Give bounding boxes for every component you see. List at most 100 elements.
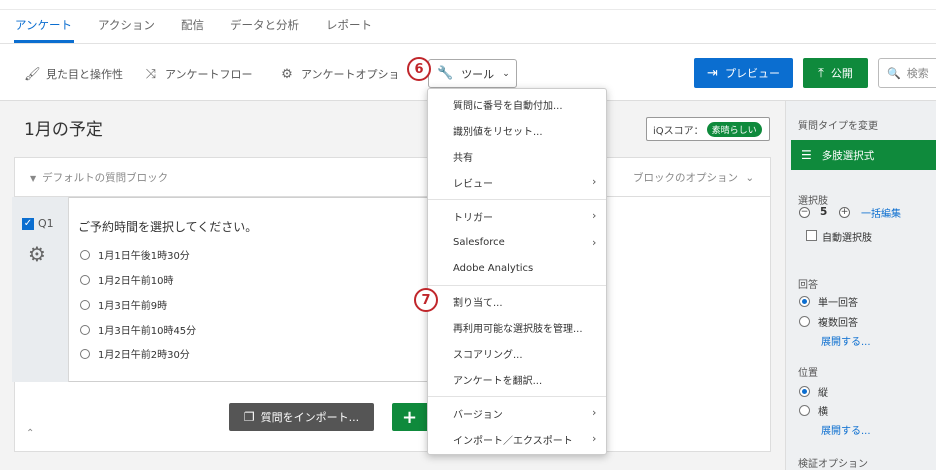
choice-item[interactable]: 1月2日午前2時30分 bbox=[80, 346, 190, 361]
menu-item-salesforce[interactable]: Salesforce bbox=[453, 237, 505, 248]
menu-item-adobe-analytics[interactable]: Adobe Analytics bbox=[453, 263, 533, 274]
active-tab-indicator bbox=[14, 40, 74, 43]
flow-icon: ⤨ bbox=[145, 66, 157, 82]
tab-actions[interactable]: アクション bbox=[98, 17, 155, 33]
auto-choices-checkbox[interactable] bbox=[806, 230, 817, 241]
preview-label: プレビュー bbox=[724, 67, 780, 80]
minus-icon[interactable]: − bbox=[799, 207, 810, 218]
choices-count[interactable]: 5 bbox=[820, 206, 827, 218]
choice-item[interactable]: 1月2日午前10時 bbox=[80, 272, 173, 287]
caret-down-icon: ▼ bbox=[30, 174, 37, 183]
single-answer-radio[interactable] bbox=[799, 296, 810, 307]
change-type-label: 質問タイプを変更 bbox=[798, 121, 878, 132]
chevron-down-icon: ⌄ bbox=[745, 172, 755, 184]
radio-icon bbox=[80, 299, 90, 310]
question-text[interactable]: ご予約時間を選択してください。 bbox=[78, 218, 257, 235]
menu-divider bbox=[428, 199, 606, 200]
top-tab-bar: アンケート アクション 配信 データと分析 レポート bbox=[0, 0, 936, 44]
expand-position-link[interactable]: 展開する... bbox=[821, 422, 871, 437]
paintbrush-icon: 🖌 bbox=[24, 66, 41, 82]
radio-icon bbox=[80, 274, 90, 285]
chevron-right-icon: › bbox=[592, 175, 597, 188]
survey-title[interactable]: 1月の予定 bbox=[24, 115, 103, 140]
tab-reports[interactable]: レポート bbox=[326, 17, 372, 33]
choice-label: 1月1日午後1時30分 bbox=[98, 251, 190, 262]
publish-label: 公開 bbox=[830, 67, 853, 80]
import-questions-label: 質問をインポート... bbox=[260, 411, 360, 424]
block-options-button[interactable]: ブロックのオプション ⌄ bbox=[633, 170, 754, 185]
horizontal-radio[interactable] bbox=[799, 405, 810, 416]
menu-divider bbox=[428, 396, 606, 397]
iq-score-badge: 素晴らしい bbox=[706, 121, 762, 137]
look-feel-button[interactable]: 🖌 見た目と操作性 bbox=[24, 66, 123, 82]
menu-divider bbox=[428, 285, 606, 286]
vertical-label: 縦 bbox=[818, 388, 828, 399]
search-input[interactable]: 🔍 検索 bbox=[878, 58, 936, 88]
choice-label: 1月3日午前9時 bbox=[98, 301, 168, 312]
single-answer-label: 単一回答 bbox=[818, 298, 858, 309]
menu-item-assign[interactable]: 割り当て... bbox=[453, 294, 503, 309]
plus-icon: + bbox=[402, 406, 418, 428]
vertical-radio[interactable] bbox=[799, 386, 810, 397]
preview-button[interactable]: ⇥ プレビュー bbox=[694, 58, 793, 88]
choice-item[interactable]: 1月3日午前9時 bbox=[80, 297, 167, 312]
multiple-answer-radio[interactable] bbox=[799, 316, 810, 327]
menu-item-review[interactable]: レビュー bbox=[453, 175, 493, 190]
menu-item-reset-recode[interactable]: 識別値をリセット... bbox=[453, 123, 543, 138]
survey-options-label: アンケートオプショ bbox=[301, 68, 400, 81]
chevron-up-icon[interactable]: ⌃ bbox=[26, 428, 34, 439]
list-icon: ☰ bbox=[801, 148, 812, 162]
menu-item-translate[interactable]: アンケートを翻訳... bbox=[453, 372, 542, 387]
tools-label: ツール bbox=[461, 67, 495, 81]
menu-item-share[interactable]: 共有 bbox=[453, 149, 473, 164]
search-icon: 🔍 bbox=[887, 66, 901, 80]
chevron-right-icon: › bbox=[592, 406, 597, 419]
question-type-button[interactable]: ☰ 多肢選択式 bbox=[791, 140, 936, 170]
survey-options-button[interactable]: ⚙ アンケートオプショ bbox=[279, 66, 400, 82]
top-strip bbox=[0, 0, 936, 10]
question-type-label: 多肢選択式 bbox=[821, 149, 875, 162]
step-badge-7: 7 bbox=[414, 288, 438, 312]
tools-button[interactable]: 🔧 ツール ⌄ bbox=[428, 59, 517, 88]
copy-icon: ❐ bbox=[243, 410, 255, 424]
choice-item[interactable]: 1月3日午前10時45分 bbox=[80, 322, 196, 337]
survey-flow-label: アンケートフロー bbox=[165, 68, 253, 81]
multiple-answer-label: 複数回答 bbox=[818, 318, 858, 329]
publish-icon: ⤒ bbox=[818, 65, 824, 81]
chevron-down-icon: ⌄ bbox=[502, 68, 510, 79]
menu-item-versions[interactable]: バージョン bbox=[453, 406, 503, 421]
menu-item-scoring[interactable]: スコアリング... bbox=[453, 346, 523, 361]
publish-button[interactable]: ⤒ 公開 bbox=[803, 58, 868, 88]
block-title-text: デフォルトの質問ブロック bbox=[42, 172, 169, 184]
step-badge-6: 6 bbox=[407, 57, 431, 81]
answers-label: 回答 bbox=[798, 280, 818, 291]
auto-choices-label: 自動選択肢 bbox=[822, 233, 872, 244]
tab-data-analysis[interactable]: データと分析 bbox=[230, 17, 299, 33]
gear-icon[interactable]: ⚙ bbox=[28, 242, 46, 266]
iq-score-box[interactable]: iQスコア： 素晴らしい bbox=[646, 117, 770, 141]
import-questions-button[interactable]: ❐ 質問をインポート... bbox=[229, 403, 374, 431]
wrench-icon: 🔧 bbox=[437, 66, 454, 81]
add-question-button[interactable]: + bbox=[392, 403, 432, 431]
menu-item-auto-number[interactable]: 質問に番号を自動付加... bbox=[453, 97, 563, 112]
preview-icon: ⇥ bbox=[707, 65, 718, 81]
expand-answers-link[interactable]: 展開する... bbox=[821, 333, 871, 348]
menu-item-triggers[interactable]: トリガー bbox=[453, 209, 493, 224]
question-select-checkbox[interactable]: ✓ bbox=[22, 218, 34, 230]
radio-icon bbox=[80, 324, 90, 335]
tab-distributions[interactable]: 配信 bbox=[181, 17, 204, 33]
choice-label: 1月2日午前10時 bbox=[98, 276, 174, 287]
menu-item-import-export[interactable]: インポート／エクスポート bbox=[453, 432, 573, 447]
bulk-edit-link[interactable]: 一括編集 bbox=[861, 205, 901, 220]
choice-item[interactable]: 1月1日午後1時30分 bbox=[80, 247, 190, 262]
validation-label: 検証オプション bbox=[798, 459, 868, 470]
position-label: 位置 bbox=[798, 368, 818, 379]
tab-survey[interactable]: アンケート bbox=[15, 17, 72, 33]
horizontal-label: 横 bbox=[818, 407, 828, 418]
block-title[interactable]: ▼ デフォルトの質問ブロック bbox=[30, 170, 168, 185]
plus-icon[interactable]: + bbox=[839, 207, 850, 218]
menu-item-reusable-choices[interactable]: 再利用可能な選択肢を管理... bbox=[453, 320, 583, 335]
question-id: Q1 bbox=[38, 217, 54, 230]
radio-icon bbox=[80, 348, 90, 359]
survey-flow-button[interactable]: ⤨ アンケートフロー bbox=[143, 66, 253, 82]
